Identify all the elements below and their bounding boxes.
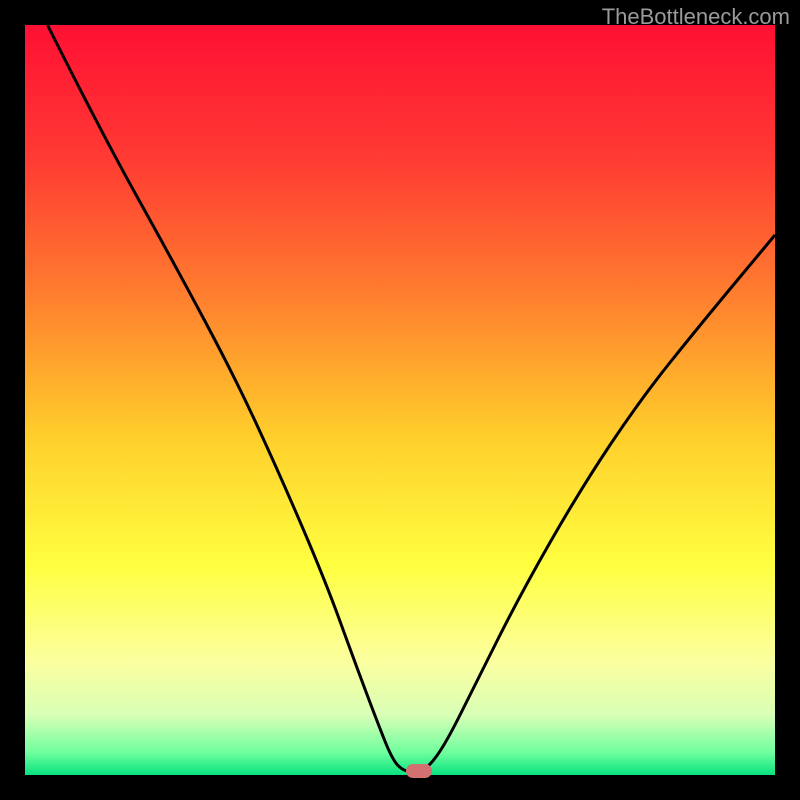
chart-svg: [25, 25, 775, 775]
chart-background: [25, 25, 775, 775]
chart-frame: TheBottleneck.com: [0, 0, 800, 800]
plot-area: [25, 25, 775, 775]
optimal-point-marker: [406, 764, 432, 778]
watermark-text: TheBottleneck.com: [602, 4, 790, 30]
